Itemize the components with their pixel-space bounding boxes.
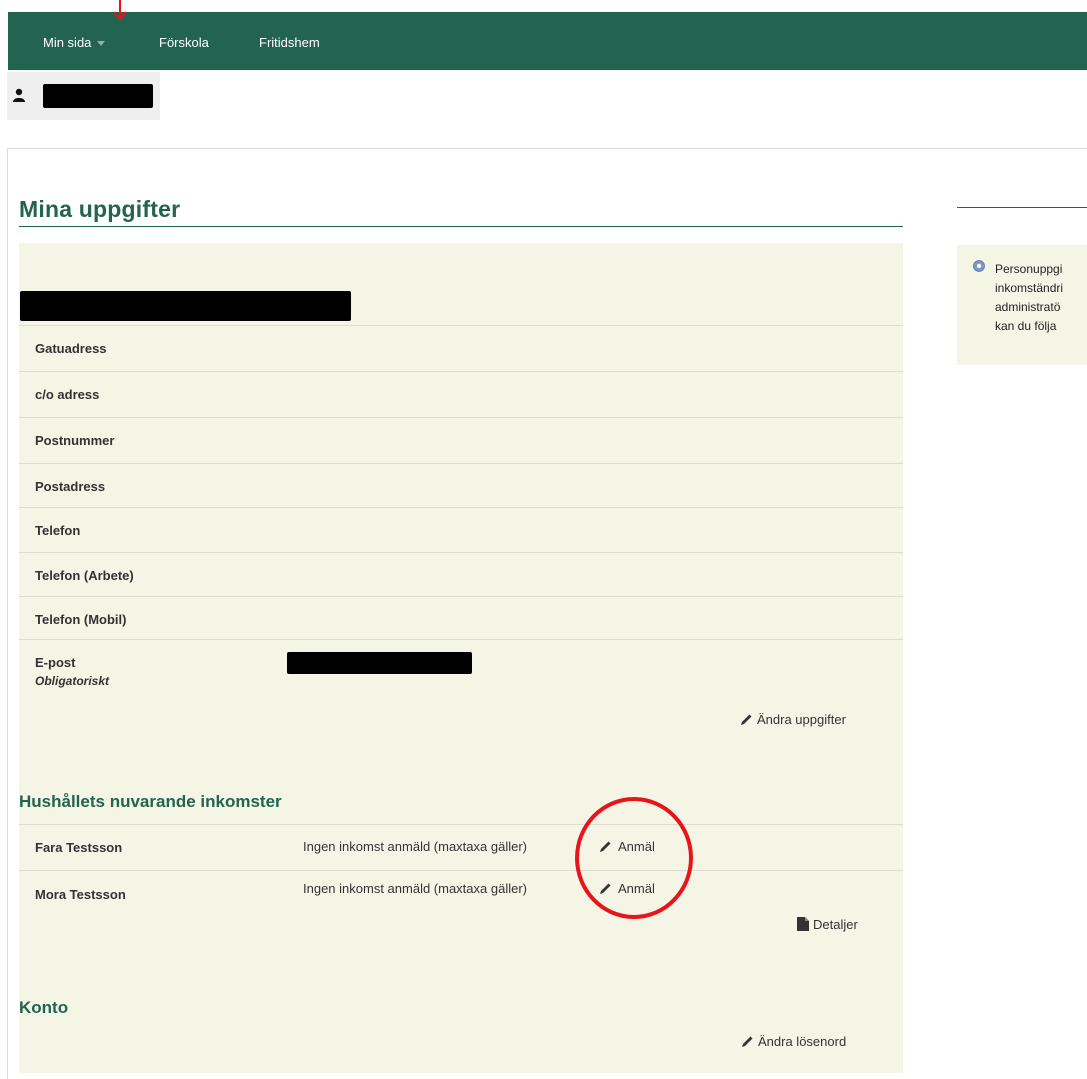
income-row: Mora Testsson Ingen inkomst anmäld (maxt…	[19, 870, 903, 916]
field-row-telefon-mobil: Telefon (Mobil)	[19, 596, 903, 642]
pencil-icon	[600, 841, 611, 852]
user-icon	[13, 88, 25, 102]
income-row: Fara Testsson Ingen inkomst anmäld (maxt…	[19, 824, 903, 870]
field-label: Gatuadress	[35, 341, 107, 356]
income-details-link[interactable]: Detaljer	[797, 917, 858, 932]
redacted-email	[287, 652, 472, 674]
info-text: Personuppgi inkomständri administratö ka…	[995, 262, 1064, 333]
change-password-link[interactable]: Ändra lösenord	[741, 1034, 846, 1049]
field-row-gatuadress: Gatuadress	[19, 325, 903, 371]
field-label: E-post	[35, 655, 76, 670]
income-person-name: Mora Testsson	[35, 887, 126, 902]
report-income-link[interactable]: Anmäl	[597, 881, 655, 896]
income-section-title: Hushållets nuvarande inkomster	[19, 792, 282, 811]
info-icon	[973, 260, 985, 272]
field-row-telefon: Telefon	[19, 507, 903, 553]
nav-min-sida-label: Min sida	[43, 35, 92, 50]
field-label: Telefon (Mobil)	[35, 612, 127, 627]
field-row-telefon-arbete: Telefon (Arbete)	[19, 552, 903, 598]
redacted-username	[43, 84, 153, 108]
field-row-co-adress: c/o adress	[19, 371, 903, 417]
page-title: Mina uppgifter	[19, 196, 181, 222]
field-row-postnummer: Postnummer	[19, 417, 903, 463]
document-icon	[797, 917, 809, 931]
redacted-full-name	[20, 291, 351, 321]
field-label: Telefon (Arbete)	[35, 568, 134, 583]
report-income-link[interactable]: Anmäl	[597, 839, 655, 854]
title-divider	[19, 226, 903, 227]
pencil-icon	[741, 714, 752, 725]
chevron-down-icon	[97, 41, 106, 47]
field-label: Telefon	[35, 523, 81, 538]
pencil-icon	[742, 1036, 753, 1047]
field-label: c/o adress	[35, 387, 100, 402]
sidebar-divider	[957, 207, 1087, 208]
income-status: Ingen inkomst anmäld (maxtaxa gäller)	[303, 881, 527, 896]
income-person-name: Fara Testsson	[35, 840, 123, 855]
required-label: Obligatoriskt	[35, 674, 110, 688]
nav-forskola[interactable]: Förskola	[159, 35, 209, 50]
field-label: Postnummer	[35, 433, 115, 448]
user-bar	[7, 72, 160, 120]
income-status: Ingen inkomst anmäld (maxtaxa gäller)	[303, 839, 527, 854]
nav-fritidshem[interactable]: Fritidshem	[259, 35, 320, 50]
edit-details-link[interactable]: Ändra uppgifter	[740, 712, 846, 727]
top-navigation-bar: Min sida Förskola Fritidshem	[8, 12, 1087, 70]
edit-details-label: Ändra uppgifter	[757, 712, 846, 727]
change-password-label: Ändra lösenord	[758, 1034, 847, 1049]
pencil-icon	[600, 883, 611, 894]
income-details-label: Detaljer	[813, 917, 858, 932]
annotation-arrow-icon	[113, 0, 127, 21]
account-section-title: Konto	[19, 998, 69, 1017]
field-row-postadress: Postadress	[19, 463, 903, 509]
nav-min-sida[interactable]: Min sida	[43, 35, 106, 50]
field-row-epost: E-post Obligatoriskt	[19, 639, 903, 700]
field-label: Postadress	[35, 479, 106, 494]
info-box: Personuppgi inkomständri administratö ka…	[957, 245, 1087, 365]
